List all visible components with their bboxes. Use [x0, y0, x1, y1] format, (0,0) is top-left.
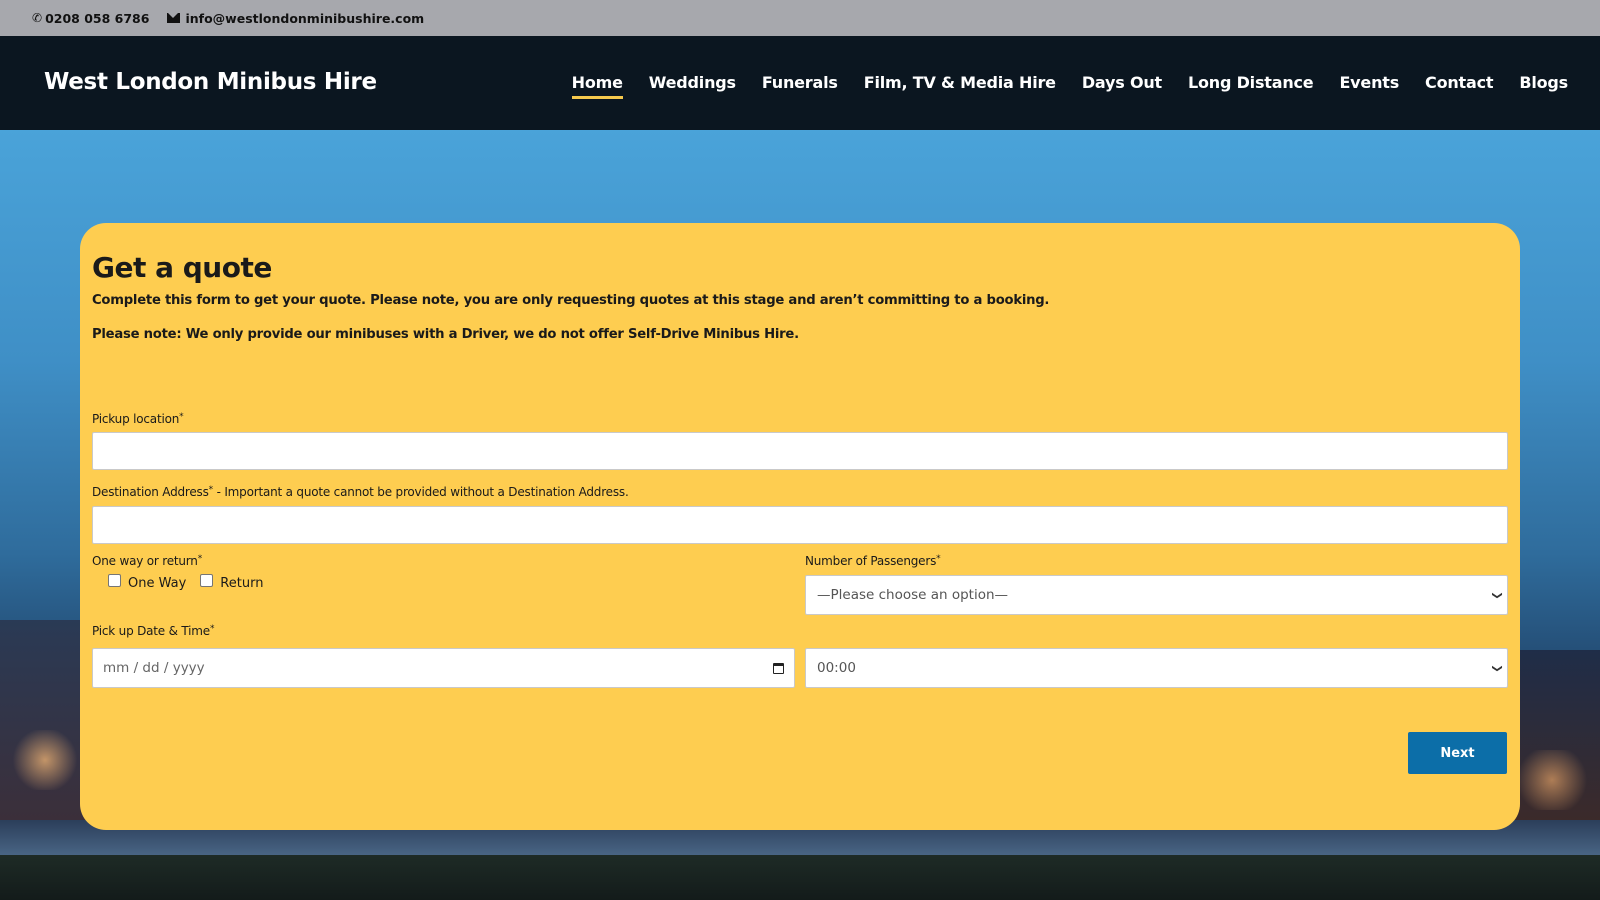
envelope-icon [167, 13, 181, 23]
pickup-date-input[interactable]: mm / dd / yyyy [92, 648, 795, 688]
phone-number[interactable]: 0208 058 6786 [45, 11, 149, 26]
pickup-input[interactable] [93, 433, 1507, 469]
passengers-select[interactable]: —Please choose an option— ❯ [805, 575, 1508, 615]
pickup-label-text: Pickup location [92, 412, 180, 426]
return-checkbox[interactable] [200, 574, 214, 587]
nav-weddings[interactable]: Weddings [649, 73, 736, 92]
date-placeholder: mm / dd / yyyy [103, 660, 205, 676]
return-label[interactable]: Return [220, 576, 263, 591]
datetime-label-text: Pick up Date & Time [92, 624, 210, 638]
time-selected-value: 00:00 [817, 660, 856, 676]
destination-note: - Important a quote cannot be provided w… [212, 485, 629, 499]
form-intro: Complete this form to get your quote. Pl… [92, 293, 1050, 308]
pickup-field[interactable] [92, 432, 1508, 470]
nav-film-tv-media[interactable]: Film, TV & Media Hire [864, 73, 1056, 92]
trip-type-label-text: One way or return [92, 554, 198, 568]
passengers-label-text: Number of Passengers [805, 554, 937, 568]
passengers-label: Number of Passengers* [805, 554, 941, 568]
main-nav: Home Weddings Funerals Film, TV & Media … [546, 73, 1568, 99]
nav-days-out[interactable]: Days Out [1082, 73, 1162, 92]
email-address[interactable]: info@westlondonminibushire.com [185, 11, 424, 26]
required-mark: * [209, 624, 215, 634]
nav-contact[interactable]: Contact [1425, 73, 1494, 92]
city-lights-left [10, 730, 80, 790]
nav-events[interactable]: Events [1339, 73, 1399, 92]
form-title: Get a quote [92, 251, 272, 284]
one-way-checkbox[interactable] [108, 574, 121, 587]
return-option[interactable]: Return [200, 574, 263, 591]
email-contact[interactable]: info@westlondonminibushire.com [167, 11, 424, 26]
contact-bar: ✆ 0208 058 6786 info@westlondonminibushi… [0, 0, 1600, 36]
next-button[interactable]: Next [1408, 732, 1507, 774]
required-mark: * [197, 554, 203, 564]
pickup-time-select[interactable]: 00:00 ❯ [805, 648, 1508, 688]
riverbank [0, 855, 1600, 900]
site-logo[interactable]: West London Minibus Hire [44, 69, 377, 95]
quote-form-card: Get a quote Complete this form to get yo… [80, 223, 1520, 830]
one-way-option[interactable]: One Way [108, 574, 186, 591]
nav-funerals[interactable]: Funerals [762, 73, 838, 92]
city-lights-right [1512, 750, 1592, 810]
trip-type-label: One way or return* [92, 554, 202, 568]
destination-label: Destination Address* - Important a quote… [92, 485, 629, 499]
nav-home[interactable]: Home [571, 73, 623, 99]
phone-icon: ✆ [32, 11, 43, 25]
chevron-down-icon: ❯ [1491, 590, 1503, 600]
site-header: West London Minibus Hire Home Weddings F… [0, 36, 1600, 130]
pickup-label: Pickup location* [92, 412, 184, 426]
phone-contact[interactable]: ✆ 0208 058 6786 [32, 11, 149, 26]
chevron-down-icon: ❯ [1491, 663, 1503, 673]
calendar-icon[interactable] [773, 662, 784, 674]
destination-label-text: Destination Address [92, 485, 209, 499]
nav-long-distance[interactable]: Long Distance [1188, 73, 1314, 92]
destination-input[interactable] [93, 507, 1507, 543]
city-skyline-left [0, 620, 90, 820]
passengers-selected-value: —Please choose an option— [817, 587, 1009, 603]
destination-field[interactable] [92, 506, 1508, 544]
required-mark: * [179, 412, 184, 422]
self-drive-note: Please note: We only provide our minibus… [92, 327, 799, 342]
one-way-label[interactable]: One Way [128, 576, 186, 591]
datetime-label: Pick up Date & Time* [92, 624, 214, 638]
required-mark: * [936, 554, 941, 564]
trip-type-options: One Way Return [108, 574, 277, 591]
nav-blogs[interactable]: Blogs [1519, 73, 1568, 92]
